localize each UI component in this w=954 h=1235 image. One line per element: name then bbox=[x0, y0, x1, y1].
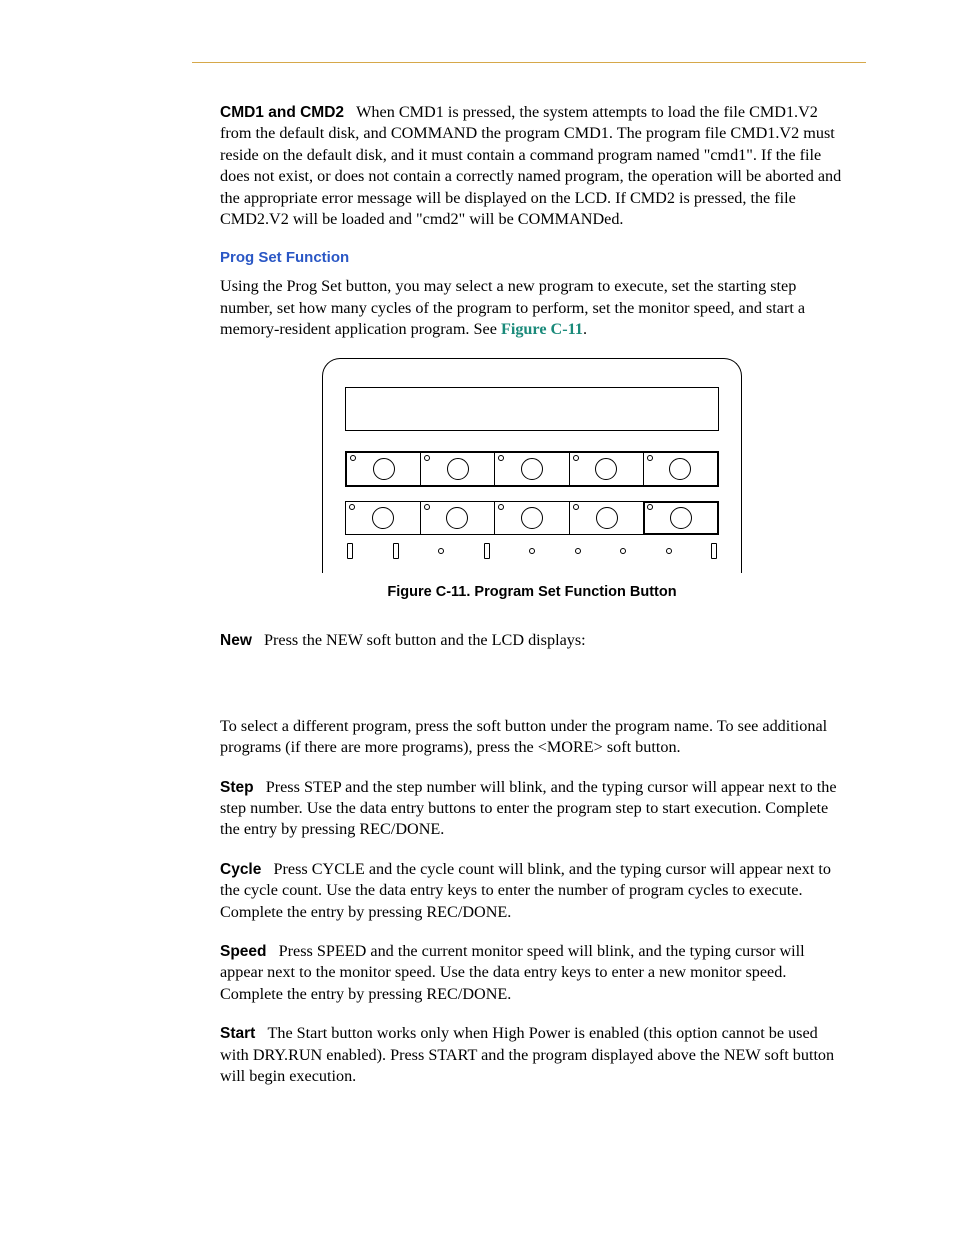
text-progset-post: . bbox=[583, 320, 587, 338]
figure-caption: Figure C-11. Program Set Function Button bbox=[220, 583, 844, 602]
text-cmd: When CMD1 is pressed, the system attempt… bbox=[220, 103, 841, 228]
button-icon bbox=[372, 507, 394, 529]
tick-icon bbox=[711, 543, 717, 559]
para-speed: Speed Press SPEED and the current monito… bbox=[220, 941, 844, 1005]
text-new: Press the NEW soft button and the LCD di… bbox=[264, 631, 586, 649]
led-icon bbox=[498, 455, 504, 461]
body-text: CMD1 and CMD2 When CMD1 is pressed, the … bbox=[220, 102, 844, 1087]
led-icon bbox=[498, 504, 504, 510]
text-step: Press STEP and the step number will blin… bbox=[220, 778, 837, 839]
button-icon bbox=[447, 458, 469, 480]
led-icon bbox=[647, 455, 653, 461]
text-start: The Start button works only when High Po… bbox=[220, 1024, 834, 1085]
button-icon bbox=[521, 458, 543, 480]
text-speed: Press SPEED and the current monitor spee… bbox=[220, 942, 805, 1003]
led-icon bbox=[424, 504, 430, 510]
para-progset: Using the Prog Set button, you may selec… bbox=[220, 276, 844, 340]
soft-button bbox=[421, 453, 495, 485]
button-icon bbox=[670, 507, 692, 529]
heading-cycle: Cycle bbox=[220, 861, 261, 878]
button-icon bbox=[669, 458, 691, 480]
heading-progset: Prog Set Function bbox=[220, 248, 844, 268]
dot-icon bbox=[666, 548, 672, 554]
led-icon bbox=[647, 504, 653, 510]
para-start: Start The Start button works only when H… bbox=[220, 1023, 844, 1087]
heading-speed: Speed bbox=[220, 943, 267, 960]
led-icon bbox=[573, 504, 579, 510]
button-icon bbox=[446, 507, 468, 529]
header-rule bbox=[192, 62, 866, 63]
heading-step: Step bbox=[220, 779, 254, 796]
para-select: To select a different program, press the… bbox=[220, 716, 844, 759]
soft-button bbox=[570, 502, 645, 534]
led-icon bbox=[424, 455, 430, 461]
lcd-output-placeholder bbox=[220, 670, 844, 716]
led-icon bbox=[350, 455, 356, 461]
soft-button bbox=[495, 502, 570, 534]
dot-icon bbox=[438, 548, 444, 554]
page: CMD1 and CMD2 When CMD1 is pressed, the … bbox=[0, 0, 954, 1235]
soft-button-row-2 bbox=[345, 501, 719, 535]
para-cycle: Cycle Press CYCLE and the cycle count wi… bbox=[220, 859, 844, 923]
para-cmd: CMD1 and CMD2 When CMD1 is pressed, the … bbox=[220, 102, 844, 230]
button-icon bbox=[596, 507, 618, 529]
heading-new: New bbox=[220, 632, 252, 649]
para-new: New Press the NEW soft button and the LC… bbox=[220, 630, 844, 651]
lcd-display bbox=[345, 387, 719, 431]
heading-start: Start bbox=[220, 1025, 255, 1042]
soft-button bbox=[644, 453, 717, 485]
dot-icon bbox=[620, 548, 626, 554]
figure-c11 bbox=[220, 358, 844, 573]
soft-button bbox=[347, 453, 421, 485]
button-icon bbox=[521, 507, 543, 529]
heading-cmd: CMD1 and CMD2 bbox=[220, 104, 344, 121]
button-icon bbox=[595, 458, 617, 480]
dot-icon bbox=[575, 548, 581, 554]
prog-set-button-highlight bbox=[644, 502, 718, 534]
led-icon bbox=[573, 455, 579, 461]
tick-icon bbox=[347, 543, 353, 559]
dot-icon bbox=[529, 548, 535, 554]
led-icon bbox=[349, 504, 355, 510]
soft-button-row-1 bbox=[345, 451, 719, 487]
para-step: Step Press STEP and the step number will… bbox=[220, 777, 844, 841]
tick-icon bbox=[393, 543, 399, 559]
soft-button bbox=[346, 502, 421, 534]
soft-button bbox=[570, 453, 644, 485]
soft-button bbox=[421, 502, 496, 534]
marker-row bbox=[345, 543, 719, 559]
text-cycle: Press CYCLE and the cycle count will bli… bbox=[220, 860, 831, 921]
control-panel-diagram bbox=[322, 358, 742, 573]
tick-icon bbox=[484, 543, 490, 559]
soft-button bbox=[495, 453, 569, 485]
figure-reference-link[interactable]: Figure C-11 bbox=[501, 320, 583, 338]
button-icon bbox=[373, 458, 395, 480]
